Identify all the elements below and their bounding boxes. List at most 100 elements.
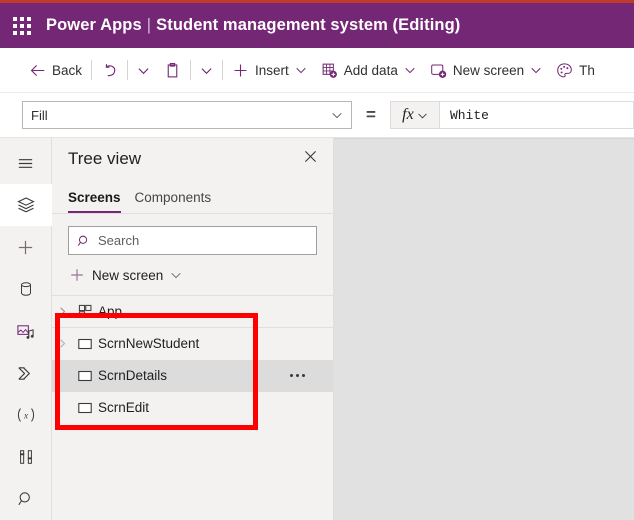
formula-input[interactable]: White [440,101,634,129]
tree-node-label: ScrnEdit [98,400,149,415]
search-icon [77,234,91,248]
app-launcher-waffle-icon[interactable] [10,14,34,38]
toolbar-divider [127,60,128,80]
fx-button[interactable]: fx [390,101,440,129]
screen-tree-list: App ScrnNewStudent ScrnDetails [52,295,333,424]
paste-button[interactable] [157,53,188,87]
svg-text:x: x [22,411,27,421]
rail-item-tree-view[interactable] [0,184,52,226]
add-data-icon [321,62,338,79]
chevron-down-icon [404,64,416,76]
new-screen-button[interactable]: New screen [423,53,549,87]
theme-button[interactable]: Th [549,53,602,87]
paste-clipboard-icon [164,62,181,79]
screen-rect-icon [72,336,98,352]
rail-item-insert[interactable] [0,226,52,268]
undo-icon [101,62,118,79]
back-label: Back [52,63,82,78]
rail-item-search[interactable] [0,478,52,520]
toolbar-divider [190,60,191,80]
property-selector-value: Fill [31,108,331,123]
command-bar: Back [0,48,634,93]
rail-item-data[interactable] [0,268,52,310]
chevron-down-icon [417,110,428,121]
page-title: Power Apps|Student management system (Ed… [46,16,460,35]
product-name: Power Apps [46,16,142,34]
new-screen-panel-label: New screen [92,268,163,283]
rail-item-menu-hamburger[interactable] [0,142,52,184]
chevron-down-icon [170,269,182,281]
formula-value: White [450,108,489,123]
arrow-left-icon [29,62,46,79]
tree-node-label: App [98,304,122,319]
database-icon [17,280,35,298]
power-automate-icon [16,364,35,383]
rail-item-variables[interactable]: x [0,394,52,436]
rail-item-power-automate[interactable] [0,352,52,394]
tools-icon [17,448,35,466]
add-data-label: Add data [344,63,398,78]
plus-icon [69,267,85,283]
screen-rect-icon [72,368,98,384]
paste-dropdown-button[interactable] [193,53,220,87]
app-header: Power Apps|Student management system (Ed… [0,3,634,48]
chevron-down-icon [200,64,213,77]
variables-x-icon: x [15,405,37,425]
new-screen-icon [430,62,447,79]
tree-node-label: ScrnNewStudent [98,336,199,351]
more-ellipsis-icon[interactable] [290,374,305,377]
tree-node-scrnnewstudent[interactable]: ScrnNewStudent [52,328,333,360]
undo-button[interactable] [94,53,125,87]
chevron-down-icon [295,64,307,76]
close-x-icon [304,150,317,168]
search-icon [17,490,35,508]
hamburger-icon [16,154,35,173]
insert-button[interactable]: Insert [225,53,314,87]
fx-label: fx [402,106,414,124]
add-data-button[interactable]: Add data [314,53,423,87]
power-apps-studio: Power Apps|Student management system (Ed… [0,0,634,520]
screen-rect-icon [72,400,98,416]
chevron-right-icon[interactable] [52,338,72,349]
new-screen-label: New screen [453,63,524,78]
equals-sign: = [366,105,376,125]
tree-view-header: Tree view [52,138,333,180]
tree-node-label: ScrnDetails [98,368,167,383]
app-grid-icon [72,304,98,319]
toolbar-divider [222,60,223,80]
theme-palette-icon [556,62,573,79]
media-icon [16,322,35,341]
left-rail: x [0,138,52,520]
insert-label: Insert [255,63,289,78]
chevron-down-icon [331,109,343,121]
close-panel-button[interactable] [297,146,323,172]
back-button[interactable]: Back [22,53,89,87]
new-screen-panel-button[interactable]: New screen [66,258,317,292]
plus-icon [16,238,35,257]
tree-view-panel: Tree view Screens Components Search [52,138,334,520]
plus-icon [232,62,249,79]
rail-item-settings-tools[interactable] [0,436,52,478]
tree-view-tabs: Screens Components [52,180,333,214]
property-selector[interactable]: Fill [22,101,352,129]
tab-components[interactable]: Components [135,190,212,213]
tree-node-scrndetails[interactable]: ScrnDetails [52,360,333,392]
undo-dropdown-button[interactable] [130,53,157,87]
tree-node-scrnedit[interactable]: ScrnEdit [52,392,333,424]
chevron-down-icon [137,64,150,77]
tree-view-title: Tree view [68,149,297,169]
search-container: Search [52,214,333,255]
chevron-down-icon [530,64,542,76]
search-placeholder: Search [98,233,139,248]
formula-row: Fill = fx White [0,93,634,138]
title-separator: | [142,16,156,34]
tab-screens[interactable]: Screens [68,190,121,213]
rail-item-media[interactable] [0,310,52,352]
chevron-right-icon[interactable] [52,306,72,317]
app-canvas-area[interactable] [334,138,634,520]
layers-icon [16,195,36,215]
toolbar-divider [91,60,92,80]
theme-label: Th [579,63,595,78]
search-input[interactable]: Search [68,226,317,255]
app-title: Student management system (Editing) [156,16,460,34]
